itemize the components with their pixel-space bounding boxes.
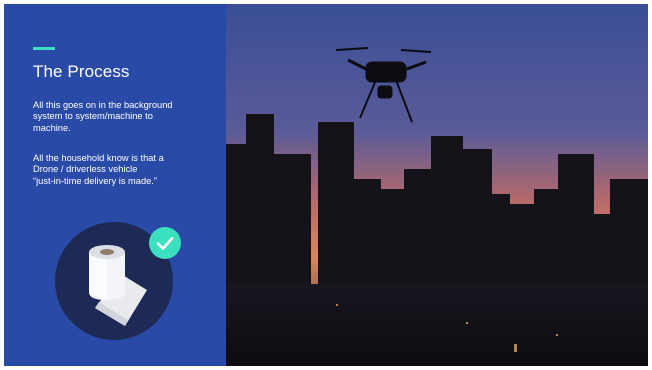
text-panel: The Process All this goes on in the back… [4,4,226,366]
paragraph-delivery: All the household know is that a Drone /… [33,153,213,187]
paragraph-line: “just-in-time delivery is made.” [33,175,157,186]
paragraph-line: machine. [33,122,71,133]
slide-title: The Process [33,62,130,81]
paragraph-line: system to system/machine to [33,111,153,122]
paragraph-line: Drone / driverless vehicle [33,164,138,175]
checkmark-icon [149,227,181,259]
slide: The Process All this goes on in the back… [4,4,648,366]
drone-city-photo [226,4,648,366]
accent-bar [33,47,55,50]
paragraph-line: All this goes on in the background [33,100,173,110]
paragraph-line: All the household know is that a [33,153,164,163]
paragraph-background-process: All this goes on in the background syste… [33,100,213,134]
